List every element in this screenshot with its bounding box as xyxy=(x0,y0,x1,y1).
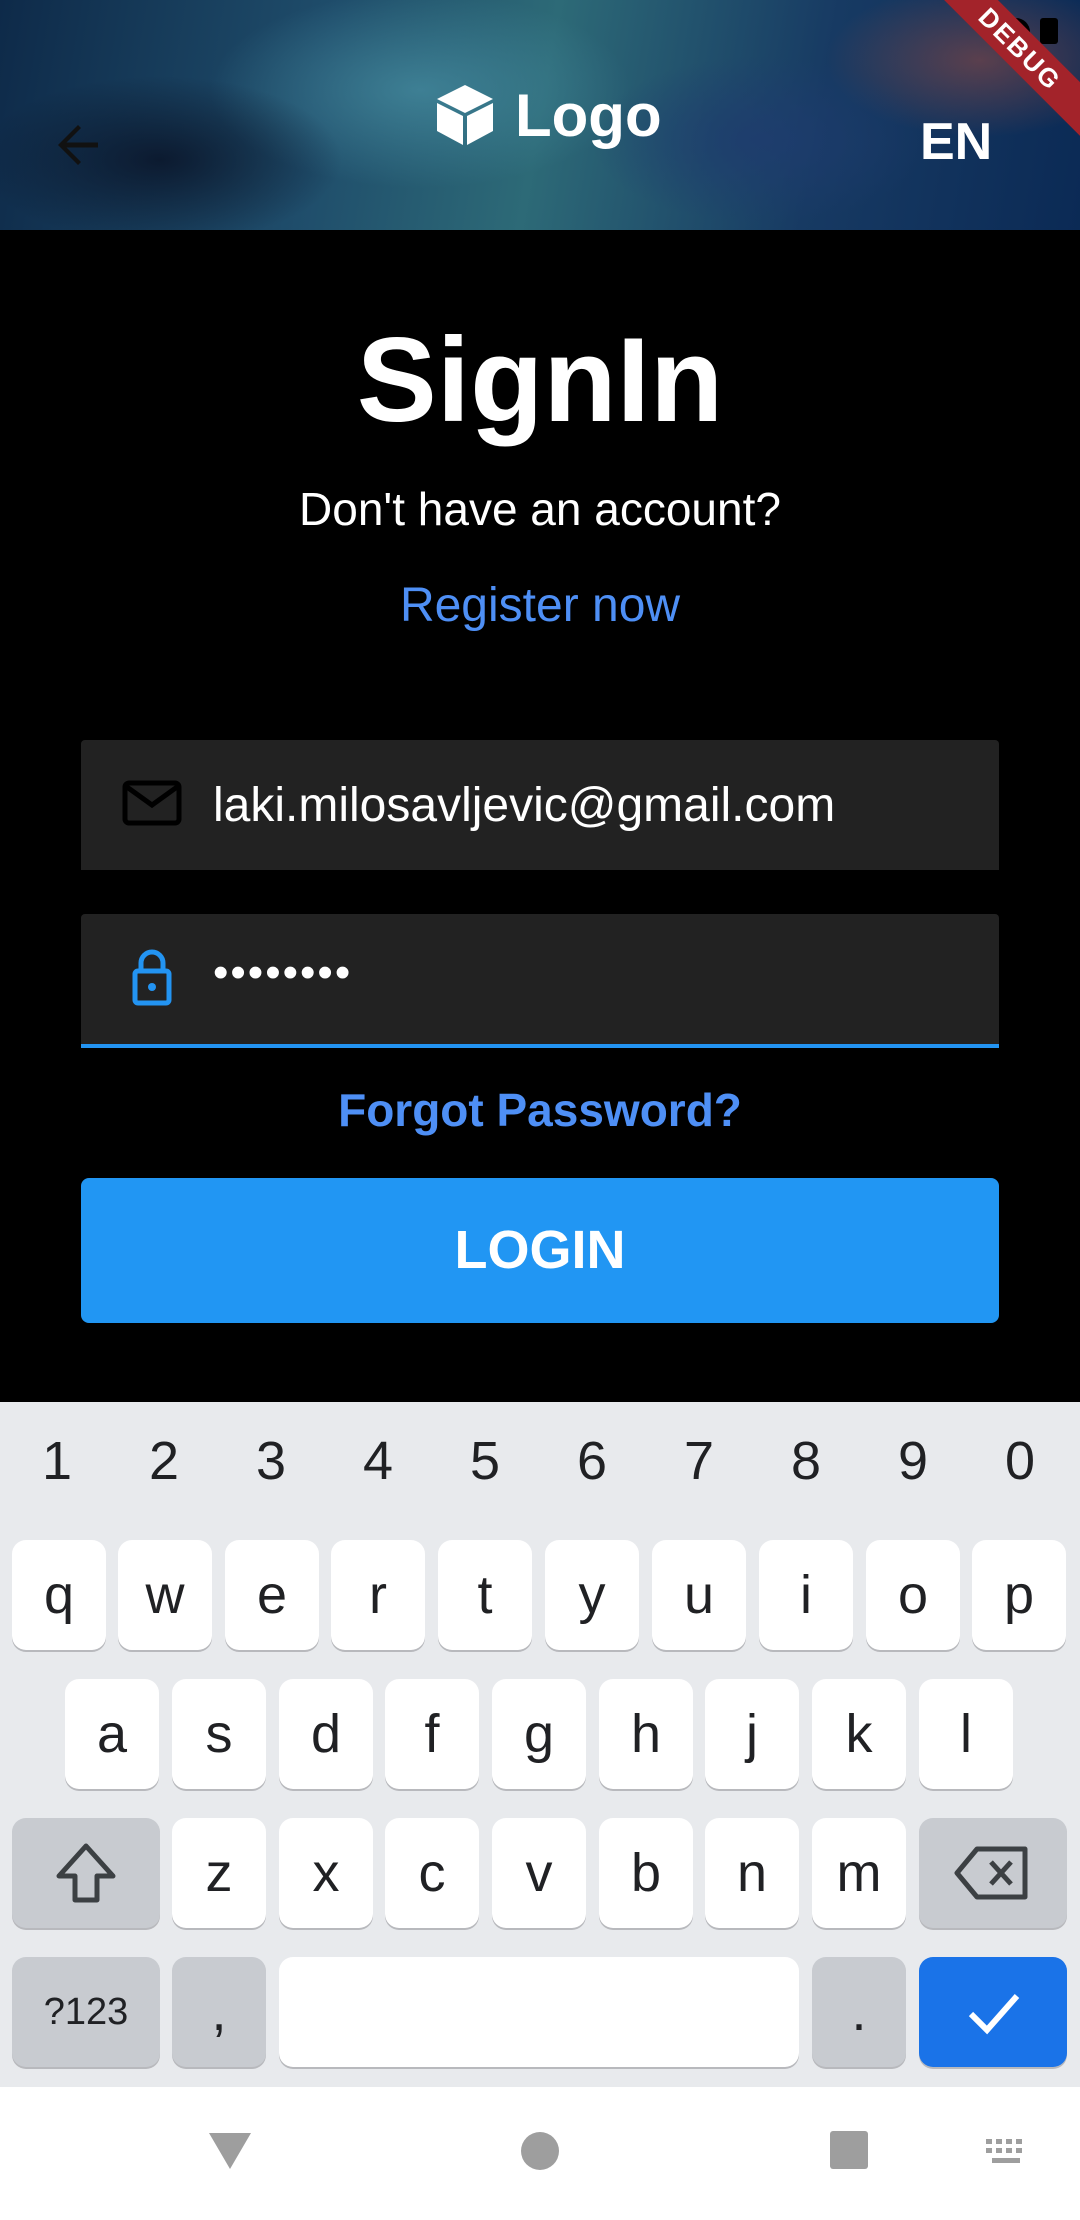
key-l[interactable]: l xyxy=(919,1679,1013,1789)
backspace-icon xyxy=(954,1846,1028,1900)
key-y[interactable]: y xyxy=(545,1540,639,1650)
email-field[interactable]: laki.milosavljevic@gmail.com xyxy=(81,740,999,870)
circle-home-icon[interactable] xyxy=(518,2129,562,2173)
logo: Logo xyxy=(435,80,662,150)
key-5[interactable]: 5 xyxy=(435,1430,535,1492)
cube-icon xyxy=(437,85,493,145)
key-n[interactable]: n xyxy=(705,1818,799,1928)
keyboard-icon[interactable] xyxy=(984,2137,1030,2169)
no-account-text: Don't have an account? xyxy=(299,483,781,535)
key-b[interactable]: b xyxy=(599,1818,693,1928)
key-o[interactable]: o xyxy=(866,1540,960,1650)
key-a[interactable]: a xyxy=(65,1679,159,1789)
key-2[interactable]: 2 xyxy=(114,1430,214,1492)
email-value: laki.milosavljevic@gmail.com xyxy=(213,779,836,832)
key-u[interactable]: u xyxy=(652,1540,746,1650)
key-v[interactable]: v xyxy=(492,1818,586,1928)
key-j[interactable]: j xyxy=(705,1679,799,1789)
key-d[interactable]: d xyxy=(279,1679,373,1789)
key-6[interactable]: 6 xyxy=(542,1430,642,1492)
symbols-key[interactable]: ?123 xyxy=(12,1957,160,2067)
key-1[interactable]: 1 xyxy=(7,1430,107,1492)
soft-keyboard: 1 2 3 4 5 6 7 8 9 0 q w e r t y u i o p … xyxy=(0,1402,1080,2087)
key-g[interactable]: g xyxy=(492,1679,586,1789)
square-recents-icon[interactable] xyxy=(828,2129,870,2171)
key-8[interactable]: 8 xyxy=(756,1430,856,1492)
password-field[interactable]: •••••••• xyxy=(81,914,999,1048)
backspace-key[interactable] xyxy=(919,1818,1067,1928)
app-header: DEBUG Logo EN xyxy=(0,0,1080,230)
language-selector[interactable]: EN xyxy=(920,112,992,172)
key-c[interactable]: c xyxy=(385,1818,479,1928)
key-z[interactable]: z xyxy=(172,1818,266,1928)
key-q[interactable]: q xyxy=(12,1540,106,1650)
page-title: SignIn xyxy=(356,313,724,447)
key-t[interactable]: t xyxy=(438,1540,532,1650)
key-7[interactable]: 7 xyxy=(649,1430,749,1492)
logo-text: Logo xyxy=(515,81,662,149)
system-nav-bar xyxy=(0,2087,1080,2220)
key-p[interactable]: p xyxy=(972,1540,1066,1650)
password-value: •••••••• xyxy=(213,948,353,997)
key-3[interactable]: 3 xyxy=(221,1430,321,1492)
mail-icon xyxy=(122,780,182,826)
key-m[interactable]: m xyxy=(812,1818,906,1928)
key-9[interactable]: 9 xyxy=(863,1430,963,1492)
login-button[interactable]: LOGIN xyxy=(81,1178,999,1323)
space-bar[interactable] xyxy=(279,1957,799,2067)
forgot-password-link[interactable]: Forgot Password? xyxy=(0,1083,1080,1137)
period-key[interactable]: . xyxy=(812,1957,906,2067)
key-r[interactable]: r xyxy=(331,1540,425,1650)
key-0[interactable]: 0 xyxy=(970,1430,1070,1492)
battery-icon xyxy=(1040,18,1058,44)
key-e[interactable]: e xyxy=(225,1540,319,1650)
shift-key[interactable] xyxy=(12,1818,160,1928)
key-4[interactable]: 4 xyxy=(328,1430,428,1492)
triangle-back-icon[interactable] xyxy=(205,2127,255,2177)
key-w[interactable]: w xyxy=(118,1540,212,1650)
register-link[interactable]: Register now xyxy=(0,578,1080,633)
key-x[interactable]: x xyxy=(279,1818,373,1928)
enter-key[interactable] xyxy=(919,1957,1067,2067)
shift-icon xyxy=(56,1843,116,1903)
key-k[interactable]: k xyxy=(812,1679,906,1789)
arrow-left-icon[interactable] xyxy=(48,115,108,175)
key-i[interactable]: i xyxy=(759,1540,853,1650)
status-bar xyxy=(0,0,1080,60)
key-h[interactable]: h xyxy=(599,1679,693,1789)
key-f[interactable]: f xyxy=(385,1679,479,1789)
checkmark-icon xyxy=(968,1994,1020,2035)
key-s[interactable]: s xyxy=(172,1679,266,1789)
comma-key[interactable]: , xyxy=(172,1957,266,2067)
lock-icon xyxy=(132,949,172,1006)
number-row: 1 2 3 4 5 6 7 8 9 0 xyxy=(0,1402,1080,1527)
